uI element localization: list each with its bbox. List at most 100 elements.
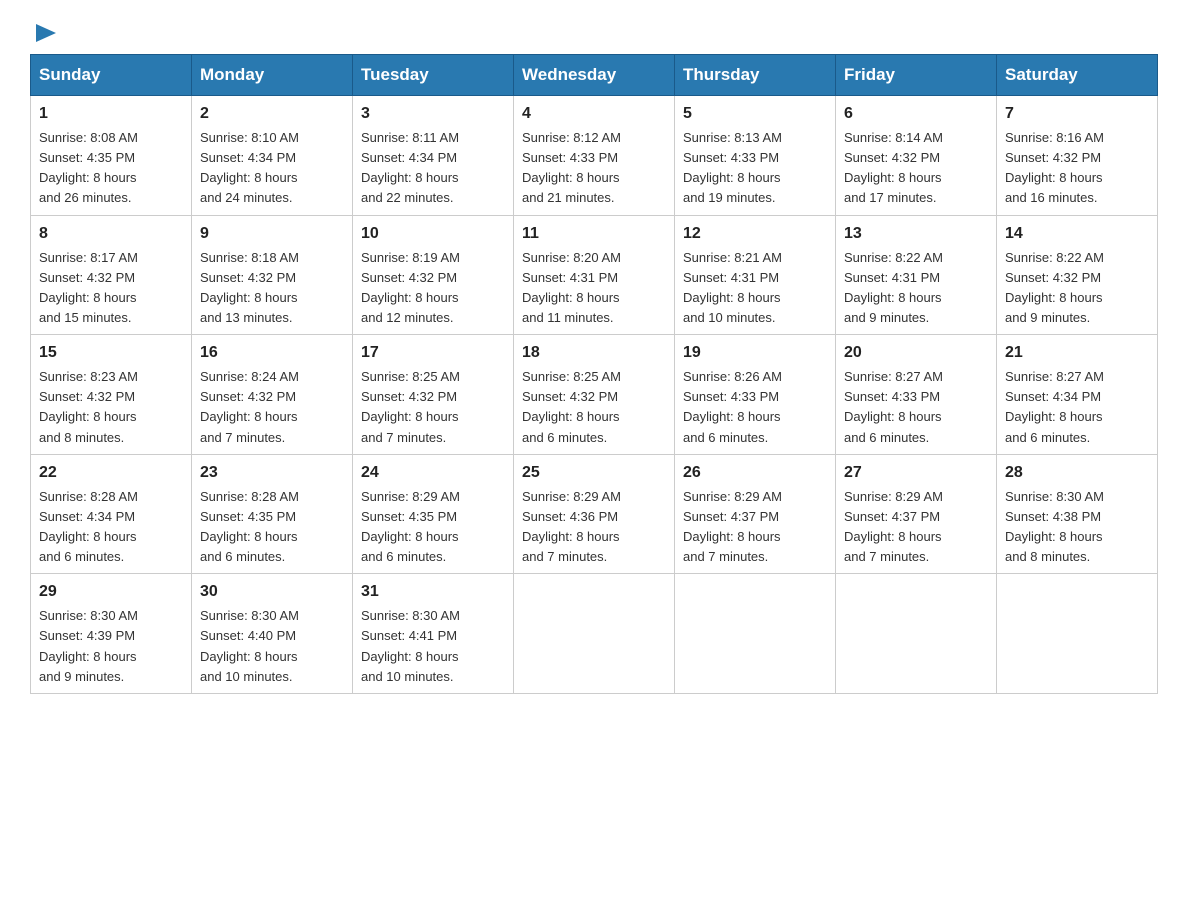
logo-arrow-icon — [34, 22, 56, 44]
day-number: 3 — [361, 102, 505, 126]
calendar-cell: 26 Sunrise: 8:29 AMSunset: 4:37 PMDaylig… — [675, 454, 836, 574]
day-number: 12 — [683, 222, 827, 246]
calendar-cell: 2 Sunrise: 8:10 AMSunset: 4:34 PMDayligh… — [192, 96, 353, 216]
day-info: Sunrise: 8:12 AMSunset: 4:33 PMDaylight:… — [522, 130, 621, 205]
day-number: 16 — [200, 341, 344, 365]
day-info: Sunrise: 8:30 AMSunset: 4:38 PMDaylight:… — [1005, 489, 1104, 564]
day-info: Sunrise: 8:28 AMSunset: 4:34 PMDaylight:… — [39, 489, 138, 564]
day-number: 2 — [200, 102, 344, 126]
calendar-cell: 12 Sunrise: 8:21 AMSunset: 4:31 PMDaylig… — [675, 215, 836, 335]
day-info: Sunrise: 8:27 AMSunset: 4:33 PMDaylight:… — [844, 369, 943, 444]
calendar-cell — [997, 574, 1158, 694]
day-number: 13 — [844, 222, 988, 246]
day-info: Sunrise: 8:30 AMSunset: 4:41 PMDaylight:… — [361, 608, 460, 683]
calendar-cell: 29 Sunrise: 8:30 AMSunset: 4:39 PMDaylig… — [31, 574, 192, 694]
calendar-week-row: 29 Sunrise: 8:30 AMSunset: 4:39 PMDaylig… — [31, 574, 1158, 694]
day-number: 7 — [1005, 102, 1149, 126]
day-number: 27 — [844, 461, 988, 485]
calendar-day-header: Wednesday — [514, 55, 675, 96]
calendar-day-header: Saturday — [997, 55, 1158, 96]
calendar-cell: 10 Sunrise: 8:19 AMSunset: 4:32 PMDaylig… — [353, 215, 514, 335]
calendar-cell: 17 Sunrise: 8:25 AMSunset: 4:32 PMDaylig… — [353, 335, 514, 455]
calendar-cell: 24 Sunrise: 8:29 AMSunset: 4:35 PMDaylig… — [353, 454, 514, 574]
calendar-cell: 30 Sunrise: 8:30 AMSunset: 4:40 PMDaylig… — [192, 574, 353, 694]
calendar-cell: 20 Sunrise: 8:27 AMSunset: 4:33 PMDaylig… — [836, 335, 997, 455]
calendar-table: SundayMondayTuesdayWednesdayThursdayFrid… — [30, 54, 1158, 694]
day-number: 28 — [1005, 461, 1149, 485]
day-number: 18 — [522, 341, 666, 365]
calendar-day-header: Sunday — [31, 55, 192, 96]
day-number: 23 — [200, 461, 344, 485]
day-number: 11 — [522, 222, 666, 246]
calendar-cell: 1 Sunrise: 8:08 AMSunset: 4:35 PMDayligh… — [31, 96, 192, 216]
calendar-cell: 7 Sunrise: 8:16 AMSunset: 4:32 PMDayligh… — [997, 96, 1158, 216]
calendar-cell: 25 Sunrise: 8:29 AMSunset: 4:36 PMDaylig… — [514, 454, 675, 574]
day-info: Sunrise: 8:17 AMSunset: 4:32 PMDaylight:… — [39, 250, 138, 325]
day-info: Sunrise: 8:11 AMSunset: 4:34 PMDaylight:… — [361, 130, 459, 205]
calendar-cell: 13 Sunrise: 8:22 AMSunset: 4:31 PMDaylig… — [836, 215, 997, 335]
calendar-cell: 27 Sunrise: 8:29 AMSunset: 4:37 PMDaylig… — [836, 454, 997, 574]
day-number: 14 — [1005, 222, 1149, 246]
calendar-cell: 28 Sunrise: 8:30 AMSunset: 4:38 PMDaylig… — [997, 454, 1158, 574]
day-info: Sunrise: 8:20 AMSunset: 4:31 PMDaylight:… — [522, 250, 621, 325]
day-info: Sunrise: 8:26 AMSunset: 4:33 PMDaylight:… — [683, 369, 782, 444]
day-info: Sunrise: 8:10 AMSunset: 4:34 PMDaylight:… — [200, 130, 299, 205]
day-info: Sunrise: 8:22 AMSunset: 4:31 PMDaylight:… — [844, 250, 943, 325]
day-number: 5 — [683, 102, 827, 126]
day-info: Sunrise: 8:30 AMSunset: 4:39 PMDaylight:… — [39, 608, 138, 683]
day-number: 21 — [1005, 341, 1149, 365]
calendar-cell: 18 Sunrise: 8:25 AMSunset: 4:32 PMDaylig… — [514, 335, 675, 455]
day-number: 31 — [361, 580, 505, 604]
day-info: Sunrise: 8:27 AMSunset: 4:34 PMDaylight:… — [1005, 369, 1104, 444]
day-number: 10 — [361, 222, 505, 246]
day-info: Sunrise: 8:29 AMSunset: 4:35 PMDaylight:… — [361, 489, 460, 564]
calendar-week-row: 15 Sunrise: 8:23 AMSunset: 4:32 PMDaylig… — [31, 335, 1158, 455]
day-info: Sunrise: 8:23 AMSunset: 4:32 PMDaylight:… — [39, 369, 138, 444]
day-info: Sunrise: 8:30 AMSunset: 4:40 PMDaylight:… — [200, 608, 299, 683]
calendar-cell: 22 Sunrise: 8:28 AMSunset: 4:34 PMDaylig… — [31, 454, 192, 574]
day-number: 15 — [39, 341, 183, 365]
calendar-week-row: 8 Sunrise: 8:17 AMSunset: 4:32 PMDayligh… — [31, 215, 1158, 335]
calendar-cell: 14 Sunrise: 8:22 AMSunset: 4:32 PMDaylig… — [997, 215, 1158, 335]
day-info: Sunrise: 8:19 AMSunset: 4:32 PMDaylight:… — [361, 250, 460, 325]
day-info: Sunrise: 8:25 AMSunset: 4:32 PMDaylight:… — [522, 369, 621, 444]
logo — [30, 20, 56, 44]
day-info: Sunrise: 8:29 AMSunset: 4:36 PMDaylight:… — [522, 489, 621, 564]
day-info: Sunrise: 8:21 AMSunset: 4:31 PMDaylight:… — [683, 250, 782, 325]
day-info: Sunrise: 8:14 AMSunset: 4:32 PMDaylight:… — [844, 130, 943, 205]
day-number: 24 — [361, 461, 505, 485]
calendar-cell: 21 Sunrise: 8:27 AMSunset: 4:34 PMDaylig… — [997, 335, 1158, 455]
day-number: 25 — [522, 461, 666, 485]
calendar-cell: 8 Sunrise: 8:17 AMSunset: 4:32 PMDayligh… — [31, 215, 192, 335]
day-number: 30 — [200, 580, 344, 604]
calendar-cell — [836, 574, 997, 694]
day-info: Sunrise: 8:13 AMSunset: 4:33 PMDaylight:… — [683, 130, 782, 205]
calendar-cell: 11 Sunrise: 8:20 AMSunset: 4:31 PMDaylig… — [514, 215, 675, 335]
day-info: Sunrise: 8:24 AMSunset: 4:32 PMDaylight:… — [200, 369, 299, 444]
calendar-cell: 3 Sunrise: 8:11 AMSunset: 4:34 PMDayligh… — [353, 96, 514, 216]
calendar-cell: 9 Sunrise: 8:18 AMSunset: 4:32 PMDayligh… — [192, 215, 353, 335]
day-info: Sunrise: 8:29 AMSunset: 4:37 PMDaylight:… — [844, 489, 943, 564]
day-number: 26 — [683, 461, 827, 485]
calendar-day-header: Friday — [836, 55, 997, 96]
calendar-cell: 6 Sunrise: 8:14 AMSunset: 4:32 PMDayligh… — [836, 96, 997, 216]
calendar-cell: 31 Sunrise: 8:30 AMSunset: 4:41 PMDaylig… — [353, 574, 514, 694]
day-info: Sunrise: 8:29 AMSunset: 4:37 PMDaylight:… — [683, 489, 782, 564]
day-number: 8 — [39, 222, 183, 246]
calendar-week-row: 22 Sunrise: 8:28 AMSunset: 4:34 PMDaylig… — [31, 454, 1158, 574]
day-number: 17 — [361, 341, 505, 365]
day-number: 1 — [39, 102, 183, 126]
day-info: Sunrise: 8:25 AMSunset: 4:32 PMDaylight:… — [361, 369, 460, 444]
day-number: 29 — [39, 580, 183, 604]
calendar-day-header: Tuesday — [353, 55, 514, 96]
day-number: 20 — [844, 341, 988, 365]
calendar-day-header: Thursday — [675, 55, 836, 96]
day-number: 6 — [844, 102, 988, 126]
day-info: Sunrise: 8:28 AMSunset: 4:35 PMDaylight:… — [200, 489, 299, 564]
calendar-day-header: Monday — [192, 55, 353, 96]
page-header — [30, 20, 1158, 44]
day-info: Sunrise: 8:18 AMSunset: 4:32 PMDaylight:… — [200, 250, 299, 325]
day-number: 4 — [522, 102, 666, 126]
day-info: Sunrise: 8:22 AMSunset: 4:32 PMDaylight:… — [1005, 250, 1104, 325]
calendar-cell: 4 Sunrise: 8:12 AMSunset: 4:33 PMDayligh… — [514, 96, 675, 216]
